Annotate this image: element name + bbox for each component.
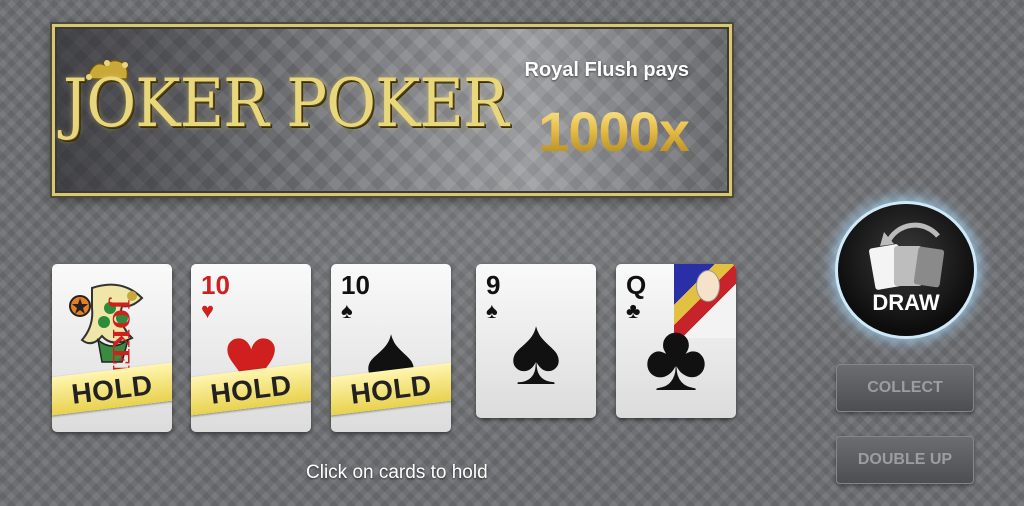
card-ten-of-hearts[interactable]: 10 ♥ ♥ HOLD xyxy=(191,264,311,432)
card-ten-of-spades[interactable]: 10 ♠ ♠ HOLD xyxy=(331,264,451,432)
spade-icon: ♠ xyxy=(510,298,562,405)
card-rank: 10 xyxy=(341,270,370,300)
royal-flush-multiplier: 1000x xyxy=(538,100,690,163)
double-up-button[interactable]: DOUBLE UP xyxy=(836,436,974,484)
club-icon: ♣ xyxy=(644,304,708,411)
game-logo: JOKER POKER xyxy=(63,65,509,142)
card-rank: 9 xyxy=(486,270,501,300)
cards-redraw-icon xyxy=(869,222,945,290)
queen-face xyxy=(696,270,720,302)
card-joker[interactable]: JOKER HOLD xyxy=(52,264,172,432)
card-rank: 10 xyxy=(201,270,230,300)
card-rank: Q xyxy=(626,270,647,300)
collect-button[interactable]: COLLECT xyxy=(836,364,974,412)
card-queen-of-clubs[interactable]: Q ♣ ♣ xyxy=(616,264,736,418)
instruction-text: Click on cards to hold xyxy=(306,462,488,483)
title-banner: JOKER POKER Royal Flush pays 1000x xyxy=(52,24,732,196)
royal-flush-label: Royal Flush pays xyxy=(524,59,690,81)
draw-button[interactable]: DRAW xyxy=(838,204,974,336)
card-nine-of-spades[interactable]: 9 ♠ ♠ xyxy=(476,264,596,418)
draw-label: DRAW xyxy=(872,290,940,315)
